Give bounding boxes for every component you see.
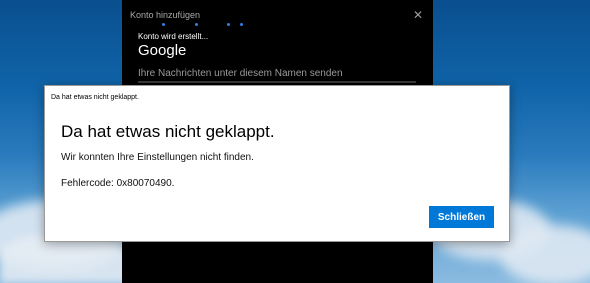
error-dialog: Da hat etwas nicht geklappt. Da hat etwa… <box>44 85 510 242</box>
sender-name-hint: Ihre Nachrichten unter diesem Namen send… <box>138 68 343 79</box>
error-code: Fehlercode: 0x80070490. <box>61 178 175 189</box>
progress-dots <box>162 23 272 29</box>
dialog-heading: Da hat etwas nicht geklappt. <box>61 122 275 141</box>
dialog-message: Wir konnten Ihre Einstellungen nicht fin… <box>61 152 254 163</box>
sender-name-input[interactable] <box>138 81 416 83</box>
dialog-caption: Da hat etwas nicht geklappt. <box>51 94 139 101</box>
account-status-text: Konto wird erstellt... <box>138 32 209 41</box>
close-icon[interactable]: ✕ <box>413 8 423 22</box>
close-button[interactable]: Schließen <box>429 206 494 228</box>
account-provider-name: Google <box>138 42 187 59</box>
window-title: Konto hinzufügen <box>130 10 201 20</box>
